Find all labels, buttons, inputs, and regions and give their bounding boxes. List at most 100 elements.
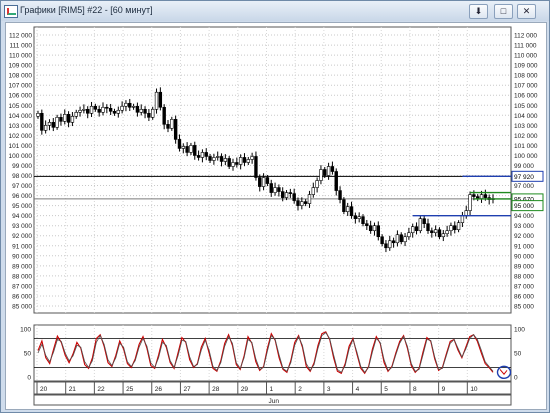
day-tick-label: 22 (97, 386, 105, 393)
chart-canvas[interactable]: 85 000 85 000 86 000 86 000 87 000 87 000 88 0… (6, 23, 546, 409)
maximize-button[interactable]: □ (494, 4, 513, 19)
price-tick-label-left: 107 000 (9, 83, 33, 90)
candle (273, 187, 277, 193)
candle (296, 200, 300, 206)
candle (399, 234, 403, 243)
day-tick-label: 26 (155, 386, 163, 393)
candle (223, 158, 228, 162)
candle (158, 91, 163, 108)
price-tick-label-left: 112 000 (9, 33, 32, 40)
price-tick-label-left: 111 000 (9, 43, 32, 50)
price-tick-label-right: 111 000 (514, 43, 537, 50)
candle (353, 215, 358, 219)
price-tick-label-left: 92 000 (12, 233, 32, 240)
candle (200, 152, 205, 158)
price-tick-label-left: 98 000 (12, 173, 32, 180)
day-tick-label: 8 (413, 386, 417, 393)
candle (235, 162, 239, 165)
chart-app-icon (4, 5, 18, 18)
candle (258, 177, 262, 187)
candle (70, 116, 75, 123)
price-tick-label-right: 90 000 (514, 253, 534, 260)
candle (181, 146, 185, 149)
price-tick-label-right: 99 000 (514, 163, 534, 170)
price-tick-label-left: 102 000 (9, 133, 33, 140)
candle (143, 108, 147, 114)
price-tick-label-right: 88 000 (514, 273, 534, 280)
price-marker-label: 97 920 (514, 174, 534, 181)
candle (204, 152, 208, 157)
candle (166, 124, 170, 129)
candle (376, 225, 380, 238)
price-tick-label-left: 87 000 (12, 283, 32, 290)
candle (300, 201, 304, 206)
chart-window: Графики [RIM5] #22 - [60 минут] ⬇ □ ✕ 85… (0, 0, 550, 413)
price-tick-label-left: 109 000 (9, 63, 33, 70)
candle (342, 199, 346, 212)
candle (265, 177, 270, 184)
candle (357, 216, 361, 219)
candle (456, 222, 461, 231)
candle (246, 159, 250, 163)
price-tick-label-right: 106 000 (514, 93, 538, 100)
candle (411, 226, 415, 234)
candle (208, 156, 212, 161)
osc-tick-label-right: 100 (514, 326, 525, 333)
candle (131, 105, 136, 108)
candle (433, 229, 438, 234)
candle (216, 156, 220, 158)
download-button[interactable]: ⬇ (469, 4, 488, 19)
candle (250, 156, 254, 160)
price-marker-label: 95 000 (514, 203, 534, 210)
candle (365, 223, 369, 226)
candle (460, 215, 465, 223)
candle (407, 232, 411, 238)
candle (395, 234, 400, 244)
price-tick-label-right: 97 000 (514, 183, 534, 190)
candle (330, 166, 335, 172)
candle (135, 105, 140, 113)
month-label: Jun (269, 398, 280, 405)
candle (124, 102, 128, 107)
candle (430, 230, 434, 234)
candle (261, 177, 266, 187)
candle (97, 108, 101, 113)
candle (78, 109, 82, 113)
candle (346, 206, 350, 212)
candle (128, 102, 132, 108)
price-tick-label-right: 104 000 (514, 113, 538, 120)
day-tick-label: 4 (356, 386, 360, 393)
candle (326, 166, 331, 176)
candle (212, 157, 216, 161)
price-tick-label-right: 100 000 (514, 153, 538, 160)
day-tick-label: 2 (298, 386, 302, 393)
day-tick-label: 10 (470, 386, 478, 393)
price-tick-label-right: 85 000 (514, 303, 534, 310)
price-tick-label-left: 106 000 (9, 93, 33, 100)
window-title: Графики [RIM5] #22 - [60 минут] (20, 5, 153, 15)
price-tick-label-right: 103 000 (514, 123, 538, 130)
candle (303, 201, 308, 204)
candle (66, 114, 71, 123)
price-tick-label-left: 94 000 (12, 213, 32, 220)
candle (391, 240, 396, 244)
candle (40, 113, 44, 131)
chart-area[interactable]: 85 000 85 000 86 000 86 000 87 000 87 000 88 0… (5, 22, 547, 410)
osc-tick-label-left: 100 (20, 326, 31, 333)
close-button[interactable]: ✕ (517, 4, 536, 19)
day-tick-label: 3 (327, 386, 331, 393)
day-tick-label: 21 (69, 386, 77, 393)
candle (277, 187, 281, 192)
price-tick-label-right: 91 000 (514, 243, 534, 250)
price-tick-label-right: 86 000 (514, 293, 534, 300)
osc-tick-label-left: 50 (24, 351, 32, 358)
price-tick-label-left: 103 000 (9, 123, 33, 130)
price-tick-label-right: 87 000 (514, 283, 534, 290)
candle (219, 156, 224, 162)
candle (112, 110, 117, 114)
price-tick-label-left: 97 000 (12, 183, 32, 190)
candle (151, 108, 155, 118)
price-tick-label-right: 94 000 (514, 213, 534, 220)
candle (55, 117, 59, 128)
title-bar[interactable]: Графики [RIM5] #22 - [60 минут] ⬇ □ ✕ (1, 1, 549, 21)
